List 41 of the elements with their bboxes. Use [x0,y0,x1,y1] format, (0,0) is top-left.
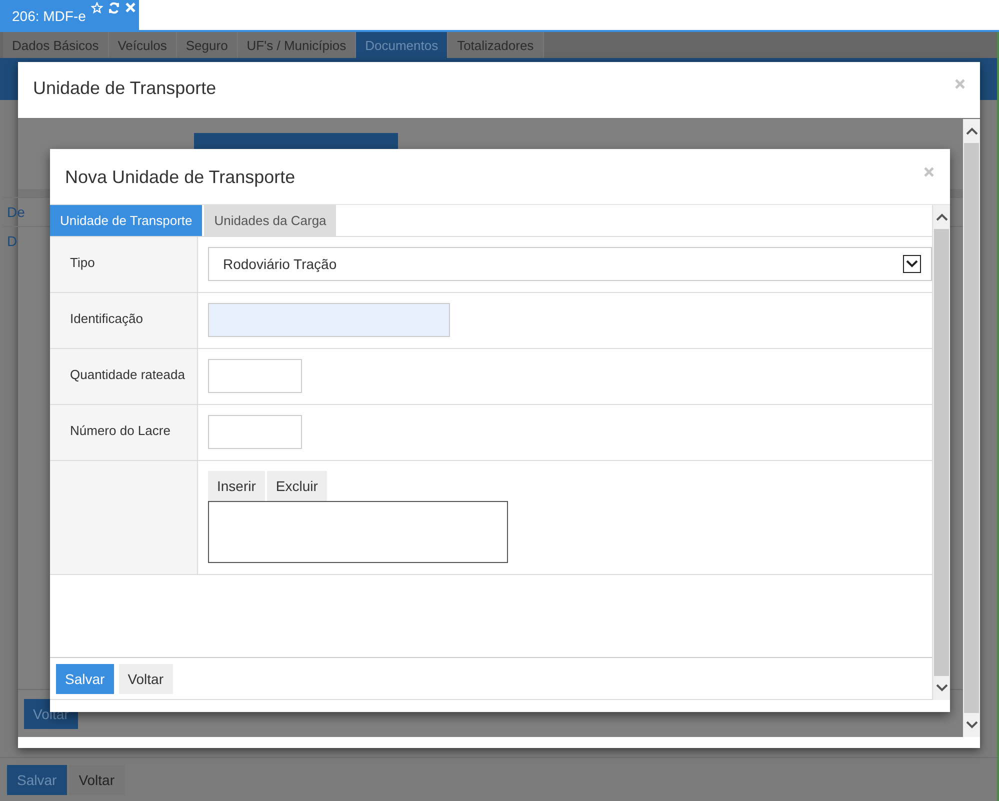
close-icon[interactable] [955,79,965,89]
section-tab[interactable]: Totalizadores [448,32,544,58]
scroll-down-icon[interactable] [966,721,978,729]
subdialog-title: Nova Unidade de Transporte [65,167,296,188]
input-field[interactable] [208,359,302,393]
scroll-up-icon[interactable] [936,213,948,221]
tab-title: 206: MDF-e [12,8,86,24]
field-label: Número do Lacre [70,423,170,438]
section-tab[interactable]: Dados Básicos [3,32,109,58]
section-tab[interactable]: Seguro [176,32,238,58]
form-tab[interactable]: Unidade de Transporte [50,205,202,236]
field-label: Quantidade rateada [70,367,185,382]
page-button[interactable]: Voltar [68,764,124,794]
list-box[interactable] [208,501,508,563]
star-icon[interactable] [90,2,103,14]
field-label: Tipo [70,255,95,270]
app-tab[interactable]: 206: MDF-e [0,0,139,30]
footer-button[interactable]: Salvar [56,664,114,694]
list-button[interactable]: Inserir [208,471,265,501]
input-field[interactable] [208,303,450,337]
type-select[interactable]: Rodoviário Tração [208,247,932,281]
section-tab[interactable]: Veículos [108,32,177,58]
scrollbar[interactable] [963,119,980,737]
row-link[interactable]: D [3,233,18,249]
scroll-down-icon[interactable] [936,684,948,692]
row-link[interactable]: De [3,204,25,220]
refresh-icon[interactable] [108,2,120,14]
input-field[interactable] [208,415,302,449]
form-tab[interactable]: Unidades da Carga [204,205,336,236]
close-icon[interactable] [924,167,934,177]
field-label: Identificação [70,311,143,326]
footer-button[interactable]: Voltar [118,664,172,694]
dialog-title: Unidade de Transporte [33,78,216,99]
caret-icon [903,255,921,273]
section-tab[interactable]: Documentos [356,32,448,58]
scroll-up-icon[interactable] [966,127,978,135]
scrollbar[interactable] [933,205,950,700]
page-button[interactable]: Salvar [7,764,67,794]
list-button[interactable]: Excluir [266,471,327,501]
select-value: Rodoviário Tração [223,256,337,272]
section-tab[interactable]: UF's / Municípios [238,32,356,58]
